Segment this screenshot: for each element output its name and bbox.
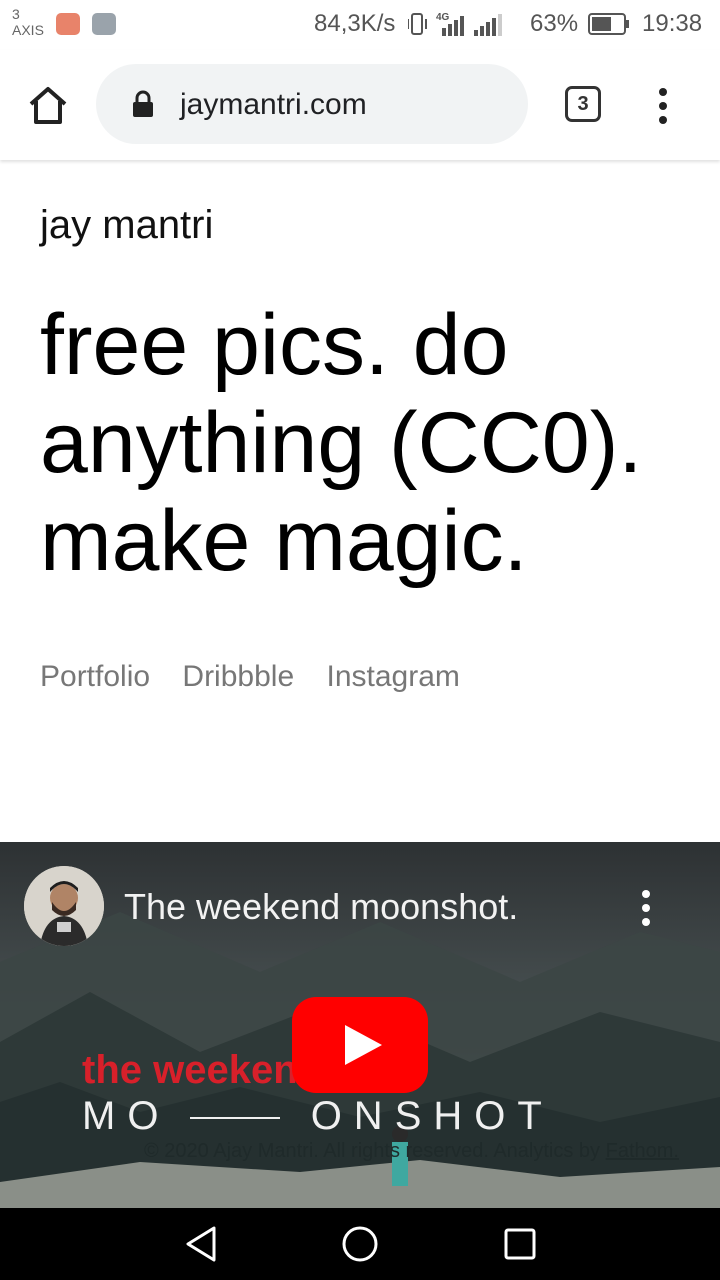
more-vert-icon[interactable]: [636, 888, 656, 928]
more-vert-icon[interactable]: [648, 86, 678, 126]
clock: 19:38: [642, 10, 703, 37]
home-icon[interactable]: [24, 82, 72, 130]
network-speed: 84,3K/s: [314, 10, 396, 37]
footer-link-fathom[interactable]: Fathom.: [606, 1140, 679, 1162]
overlay-text-part: ONSHOT: [310, 1094, 554, 1138]
page-footer: © 2020 Ajay Mantri. All rights reserved.…: [144, 1140, 679, 1163]
browser-toolbar: jaymantri.com 3: [0, 50, 720, 160]
avatar-photo: [24, 866, 104, 946]
video-embed[interactable]: The weekend moonshot. the weeken MO ONSH…: [0, 842, 720, 1208]
carrier-label: 3 AXIS: [12, 6, 44, 38]
overlay-text-secondary: MO ONSHOT: [82, 1094, 554, 1139]
tab-switcher-button[interactable]: 3: [565, 86, 601, 122]
signal-icon: 4G: [408, 12, 502, 36]
overlay-rule: [189, 1117, 280, 1120]
page-headline: free pics. do anything (CC0). make magic…: [40, 296, 700, 590]
address-bar[interactable]: jaymantri.com: [96, 64, 528, 144]
footer-text: © 2020 Ajay Mantri. All rights reserved.…: [144, 1140, 601, 1162]
overlay-text-part: MO: [82, 1094, 171, 1138]
overlay-text: the weeken: [82, 1048, 298, 1092]
nav-link-portfolio[interactable]: Portfolio: [40, 660, 150, 693]
youtube-play-icon[interactable]: [292, 997, 428, 1093]
video-title[interactable]: The weekend moonshot.: [124, 886, 518, 928]
carrier-name: AXIS: [12, 22, 44, 38]
status-bar: 3 AXIS 84,3K/s 4G 63% 19:38: [0, 0, 720, 50]
recent-apps-icon[interactable]: [500, 1224, 540, 1264]
headline-line: free pics. do: [40, 297, 509, 393]
gallery-app-icon: [92, 13, 116, 35]
back-icon[interactable]: [182, 1224, 222, 1264]
home-circle-icon[interactable]: [340, 1224, 380, 1264]
site-title[interactable]: jay mantri: [40, 203, 213, 248]
headline-line: make magic.: [40, 493, 528, 589]
nav-link-dribbble[interactable]: Dribbble: [182, 660, 294, 693]
battery-icon: [588, 13, 629, 35]
headline-line: anything (CC0).: [40, 395, 643, 491]
channel-avatar[interactable]: [24, 866, 104, 946]
mail-app-icon: [56, 13, 80, 35]
battery-percent: 63%: [530, 10, 579, 37]
network-type: 4G: [436, 12, 450, 23]
system-nav-bar: [0, 1208, 720, 1280]
carrier-slot: 3: [12, 6, 20, 22]
url-text[interactable]: jaymantri.com: [180, 88, 367, 122]
nav-links: Portfolio Dribbble Instagram: [40, 660, 484, 694]
lock-icon: [133, 90, 153, 117]
nav-link-instagram[interactable]: Instagram: [326, 660, 459, 693]
